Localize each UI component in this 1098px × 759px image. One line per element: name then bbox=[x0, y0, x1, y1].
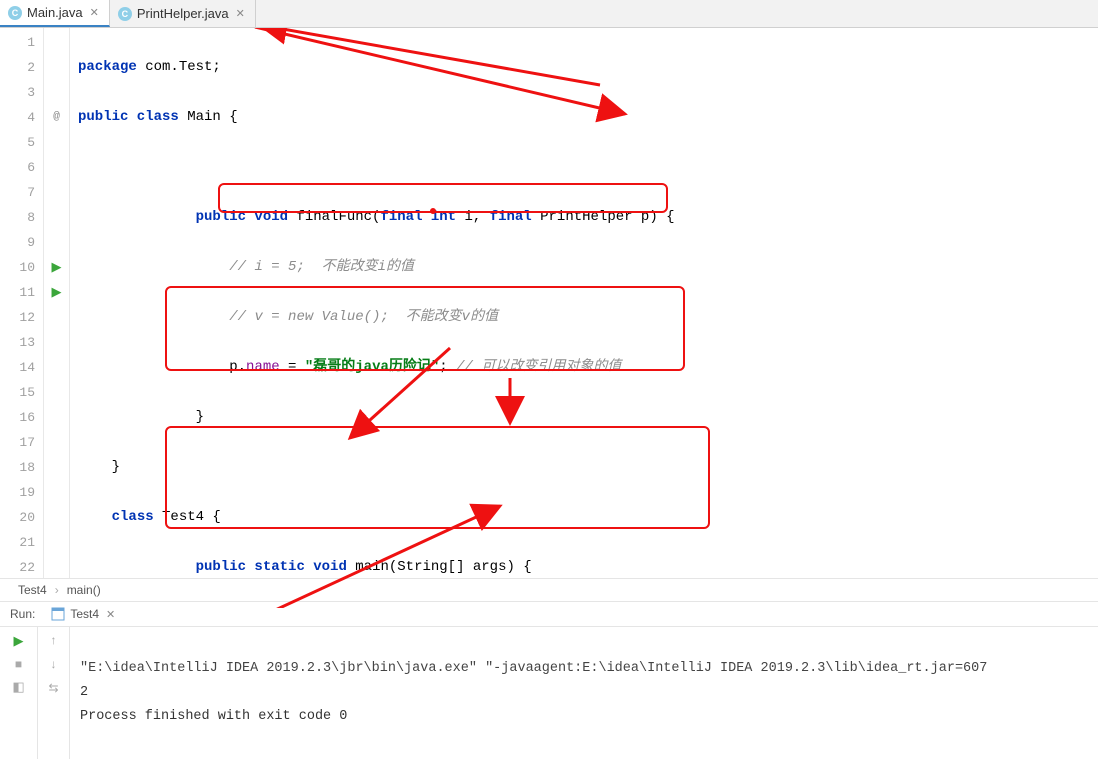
code-area[interactable]: package com.Test; public class Main { pu… bbox=[70, 28, 1098, 578]
run-config-tab[interactable]: Test4 ✕ bbox=[45, 605, 123, 623]
close-icon[interactable]: ✕ bbox=[234, 7, 247, 20]
soft-wrap-icon[interactable]: ⇆ bbox=[48, 681, 58, 695]
tab-printhelper-java[interactable]: C PrintHelper.java ✕ bbox=[110, 0, 256, 27]
console-line: Process finished with exit code 0 bbox=[80, 709, 347, 724]
console-line: "E:\idea\IntelliJ IDEA 2019.2.3\jbr\bin\… bbox=[80, 661, 987, 676]
up-icon[interactable]: ↑ bbox=[51, 633, 57, 647]
java-file-icon: C bbox=[8, 6, 22, 20]
application-icon bbox=[51, 607, 65, 621]
line-number-gutter: 12345678910111213141516171819202122 bbox=[0, 28, 44, 578]
tab-label: PrintHelper.java bbox=[137, 6, 229, 21]
run-gutter-icon[interactable]: ▶ bbox=[44, 280, 69, 305]
breadcrumb[interactable]: Test4 › main() bbox=[0, 578, 1098, 602]
dump-icon[interactable]: ◧ bbox=[12, 679, 24, 695]
java-file-icon: C bbox=[118, 7, 132, 21]
breadcrumb-class[interactable]: Test4 bbox=[18, 583, 47, 597]
editor-tabs: C Main.java ✕ C PrintHelper.java ✕ bbox=[0, 0, 1098, 28]
console-line: 2 bbox=[80, 685, 88, 700]
close-icon[interactable]: ✕ bbox=[88, 6, 101, 19]
tab-label: Main.java bbox=[27, 5, 83, 20]
down-icon[interactable]: ↓ bbox=[51, 657, 57, 671]
override-marker[interactable]: @ bbox=[44, 105, 69, 130]
run-toolbar-left: ▶ ■ ◧ bbox=[0, 627, 38, 759]
tab-main-java[interactable]: C Main.java ✕ bbox=[0, 0, 110, 27]
run-gutter-icon[interactable]: ▶ bbox=[44, 255, 69, 280]
console-output[interactable]: "E:\idea\IntelliJ IDEA 2019.2.3\jbr\bin\… bbox=[70, 627, 1098, 759]
run-tool-header: Run: Test4 ✕ bbox=[0, 602, 1098, 627]
run-toolbar-scroll: ↑ ↓ ⇆ bbox=[38, 627, 70, 759]
run-label: Run: bbox=[10, 607, 35, 621]
chevron-right-icon: › bbox=[55, 583, 59, 597]
close-icon[interactable]: ✕ bbox=[104, 608, 117, 621]
run-tool-window: ▶ ■ ◧ ↑ ↓ ⇆ "E:\idea\IntelliJ IDEA 2019.… bbox=[0, 627, 1098, 759]
gutter-markers: @ ▶ ▶ bbox=[44, 28, 70, 578]
rerun-icon[interactable]: ▶ bbox=[14, 633, 24, 649]
breadcrumb-method[interactable]: main() bbox=[67, 583, 101, 597]
code-editor[interactable]: 12345678910111213141516171819202122 @ ▶ … bbox=[0, 28, 1098, 578]
stop-icon[interactable]: ■ bbox=[15, 657, 22, 671]
annotation-dot bbox=[430, 208, 436, 214]
